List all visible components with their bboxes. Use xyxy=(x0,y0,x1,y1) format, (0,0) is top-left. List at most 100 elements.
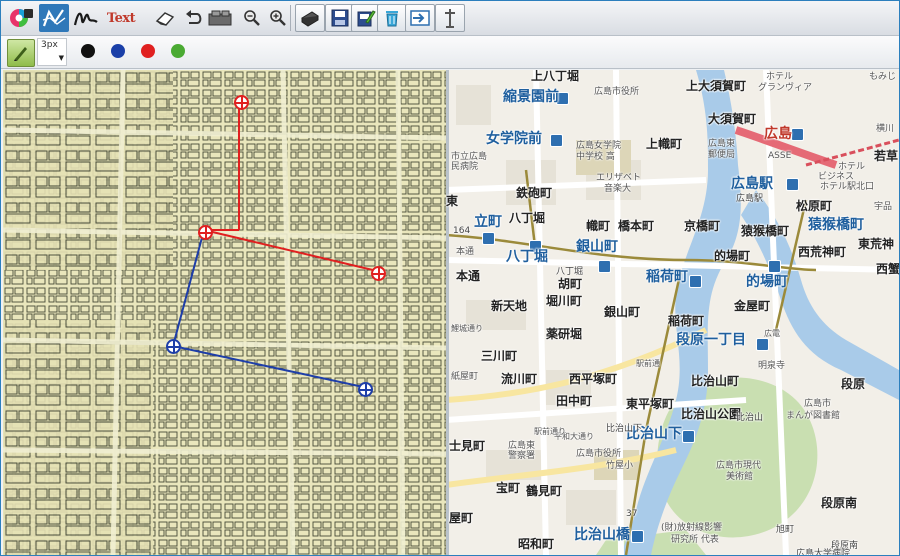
station-label: 女学院前 xyxy=(486,131,542,147)
pen-style-button[interactable] xyxy=(7,39,35,67)
map-label: 稲荷町 xyxy=(668,314,705,328)
map-label: ホテル駅北口 xyxy=(820,182,875,192)
map-label: ホテル xyxy=(766,72,794,82)
map-label: 研究所 代表 xyxy=(671,535,719,545)
map-label: 広電 xyxy=(764,329,780,338)
map-label: 竹屋小 xyxy=(606,461,634,471)
map-label: 八丁堀 xyxy=(509,211,546,225)
map-label: 民病院 xyxy=(451,162,479,172)
map-label: 松原町 xyxy=(796,199,833,213)
route-marker-blue[interactable] xyxy=(166,339,181,354)
pen-icon xyxy=(14,47,27,61)
undo-button[interactable] xyxy=(179,4,209,32)
map-label: 164 xyxy=(453,226,471,236)
pen-size-select[interactable]: 3px ▼ xyxy=(37,38,67,66)
map-label: 広島市役所 xyxy=(594,87,640,97)
historical-map xyxy=(3,70,447,555)
map-label: 警察署 xyxy=(508,451,536,461)
station-badge xyxy=(791,128,804,141)
station-label: 縮景園前 xyxy=(503,89,559,105)
map-label: 胡町 xyxy=(558,277,583,291)
freehand-icon xyxy=(73,12,98,26)
map-label: 駅前通り xyxy=(534,427,566,436)
map-label: 鶴見町 xyxy=(526,484,563,498)
map-label: 士見町 xyxy=(449,439,486,453)
color-blue-swatch[interactable] xyxy=(111,44,125,58)
map-label: 西荒神町 xyxy=(798,245,847,259)
import-button[interactable] xyxy=(405,4,435,32)
import-icon xyxy=(410,10,430,26)
map-canvas[interactable]: 上八丁堀 縮景園前 女学院前 立町 八丁堀 銀山町 稲荷町 的場町 段原一丁目 比治山下 比治山橋猿… xyxy=(3,70,899,555)
map-label: まんが図書館 xyxy=(786,411,841,421)
route-marker-red[interactable] xyxy=(234,95,249,110)
app-window: Text 3px ▼ 上八丁堀 縮景園前 女学院前 立町 八丁堀 銀山町 稲荷町… xyxy=(0,0,900,556)
trash-icon xyxy=(386,11,398,27)
map-label: 橋本町 xyxy=(618,219,655,233)
zoom-in-button[interactable] xyxy=(263,4,293,32)
zoom-in-icon xyxy=(270,10,286,26)
print-button[interactable] xyxy=(295,4,325,32)
map-label: 東平塚町 xyxy=(626,397,675,411)
station-label: 広島駅 xyxy=(731,176,773,192)
route-marker-red[interactable] xyxy=(371,266,386,281)
text-tool-button[interactable]: Text xyxy=(104,4,138,32)
station-label: 比治山橋 xyxy=(574,527,630,543)
map-label: 鉄砲町 xyxy=(516,186,553,200)
map-label: 37 xyxy=(626,509,638,519)
map-label: 本通 xyxy=(456,247,475,257)
map-label: 上大須賀町 xyxy=(686,79,747,93)
map-label: ASSE xyxy=(768,151,792,161)
color-picker-button[interactable] xyxy=(6,4,36,32)
station-badge xyxy=(689,275,702,288)
map-label: 薬研堀 xyxy=(546,327,583,341)
color-black-swatch[interactable] xyxy=(81,44,95,58)
delete-button[interactable] xyxy=(377,4,407,32)
printer-icon xyxy=(301,11,319,27)
main-toolbar: Text xyxy=(1,1,899,36)
map-label: 銀山町 xyxy=(604,305,641,319)
freehand-tool-button[interactable] xyxy=(71,4,101,32)
map-label: 市立広島 xyxy=(451,152,488,162)
map-label: 美術館 xyxy=(726,472,754,482)
map-label: 広島市役所 xyxy=(576,449,622,459)
map-label: エリザベト xyxy=(596,173,642,183)
map-label: 新天地 xyxy=(491,299,528,313)
map-label: 広島市現代 xyxy=(716,461,762,471)
color-green-swatch[interactable] xyxy=(171,44,185,58)
map-label: 的場町 xyxy=(714,249,751,263)
chevron-down-icon: ▼ xyxy=(58,54,64,62)
route-marker-blue[interactable] xyxy=(358,382,373,397)
map-label: ホテル xyxy=(838,162,866,172)
pin-button[interactable] xyxy=(435,4,465,32)
map-label: 上幟町 xyxy=(646,137,683,151)
station-badge xyxy=(598,260,611,273)
map-label: 幟町 xyxy=(586,219,611,233)
map-label: グランヴィア xyxy=(758,83,813,93)
map-label: 横川 xyxy=(876,124,895,134)
station-label: 猿猴橋町 xyxy=(808,217,864,233)
map-label: 広島大学病院 xyxy=(796,549,851,556)
map-label: 旭町 xyxy=(776,525,795,535)
toolbar-separator xyxy=(290,5,291,31)
map-label: 比治山町 xyxy=(691,374,740,388)
map-label: 東 xyxy=(446,194,459,208)
map-label: 中学校 高 xyxy=(576,152,615,162)
map-label: 広島駅 xyxy=(736,194,764,204)
map-label: 八丁堀 xyxy=(556,267,584,277)
station-badge xyxy=(786,178,799,191)
station-label: 的場町 xyxy=(746,274,788,290)
floppy-disk-icon xyxy=(331,9,349,27)
polyline-tool-button[interactable] xyxy=(39,4,69,32)
polyline-icon xyxy=(42,9,66,27)
route-marker-red[interactable] xyxy=(198,225,213,240)
station-label: 段原一丁目 xyxy=(676,332,746,348)
clear-button[interactable] xyxy=(206,4,236,32)
modern-map: 上八丁堀 縮景園前 女学院前 立町 八丁堀 銀山町 稲荷町 的場町 段原一丁目 比治山下 比治山橋猿… xyxy=(445,70,899,556)
map-label: 堀川町 xyxy=(546,294,583,308)
map-label: 大須賀町 xyxy=(708,112,757,126)
eraser-button[interactable] xyxy=(150,4,180,32)
map-label: 広島東 xyxy=(708,139,736,149)
zoom-out-icon xyxy=(244,10,260,26)
color-red-swatch[interactable] xyxy=(141,44,155,58)
map-label: 京橋町 xyxy=(684,219,721,233)
